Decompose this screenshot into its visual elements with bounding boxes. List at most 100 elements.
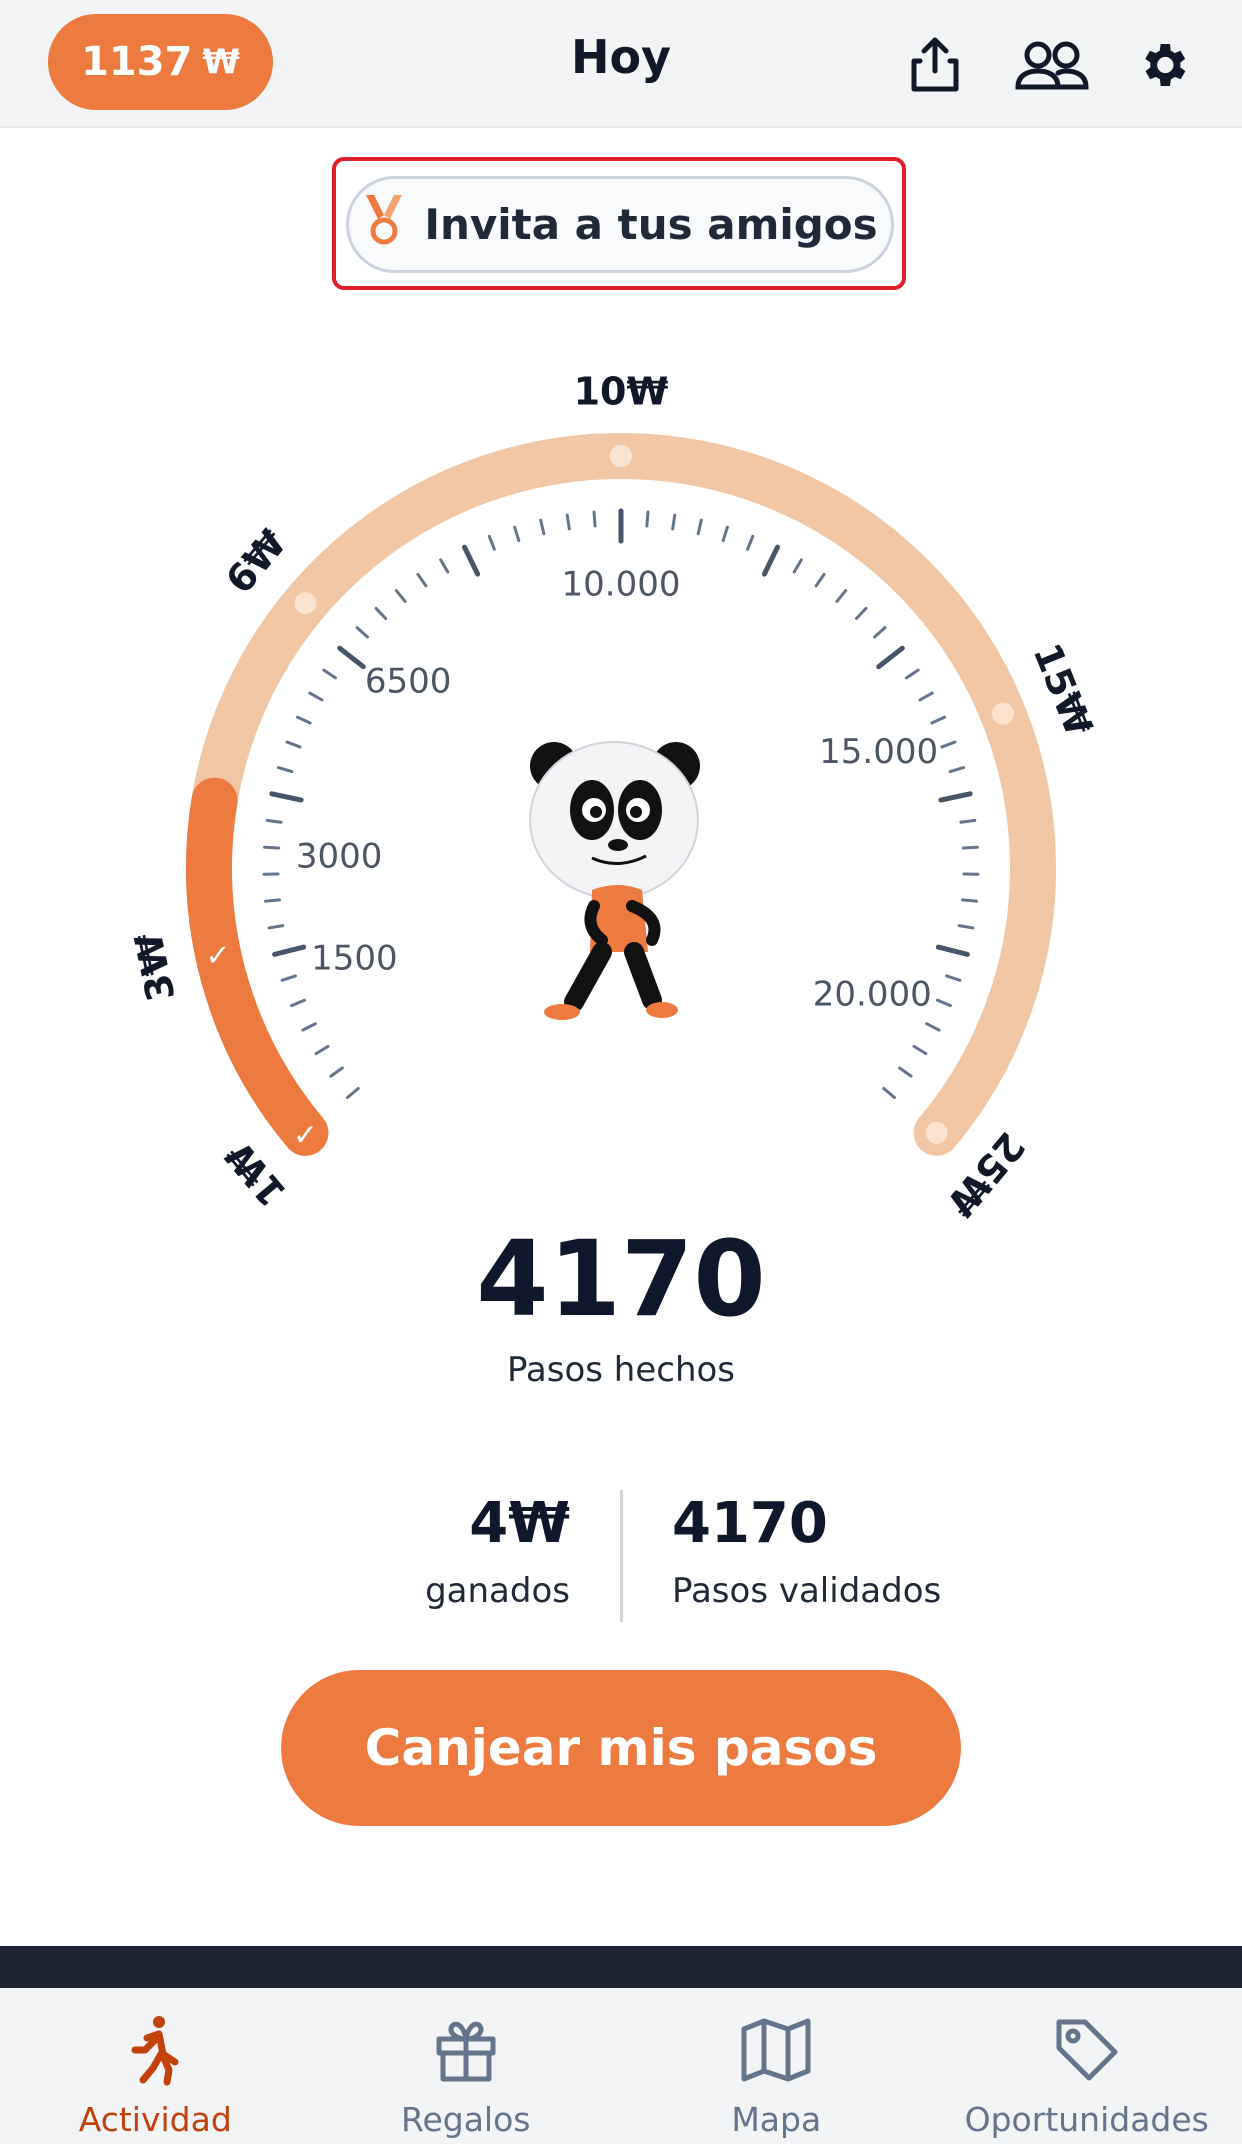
gauge-minor-tick [930, 715, 947, 725]
tag-icon [1047, 2010, 1127, 2090]
gauge-minor-tick [814, 572, 826, 588]
bottom-divider-strip [0, 1946, 1242, 1988]
reward-label: 3₩ [126, 929, 183, 1005]
step-threshold-label: 6500 [365, 661, 452, 701]
step-threshold-label: 10.000 [562, 565, 681, 605]
reward-marker-dot [294, 592, 317, 615]
gear-icon[interactable] [1128, 30, 1198, 100]
gauge-minor-tick [721, 525, 729, 543]
gauge-minor-tick [904, 668, 920, 680]
gauge-major-tick [761, 544, 780, 577]
coin-balance-value: 1137 [81, 39, 193, 85]
gauge-minor-tick [346, 1086, 360, 1099]
gauge-minor-tick [267, 924, 285, 930]
gauge-minor-tick [961, 845, 979, 850]
gauge-minor-tick [276, 766, 294, 774]
tab-regalos[interactable]: Regalos [311, 1988, 622, 2144]
gauge-minor-tick [308, 691, 324, 702]
invite-label: Invita a tus amigos [424, 200, 878, 249]
gauge-minor-tick [945, 974, 962, 982]
validated-stat: 4170 Pasos validados [672, 1490, 992, 1611]
gauge-minor-tick [487, 534, 496, 551]
gauge-minor-tick [322, 668, 338, 680]
step-threshold-label: 1500 [311, 938, 398, 978]
gauge-minor-tick [285, 740, 302, 749]
gauge-minor-tick [925, 1022, 941, 1032]
map-icon [736, 2010, 816, 2090]
gauge-major-tick [935, 944, 970, 957]
gauge-minor-tick [936, 998, 952, 1008]
gauge-major-tick [938, 791, 973, 803]
medal-icon [362, 193, 406, 257]
earned-value: 4₩ [469, 1491, 570, 1556]
top-bar: 1137 ₩ Hoy [0, 0, 1242, 128]
reward-label: 15₩ [1025, 637, 1101, 741]
reward-marker-dot [991, 702, 1014, 725]
earned-stat: 4₩ ganados [380, 1490, 570, 1611]
gauge-minor-tick [565, 513, 571, 531]
share-icon[interactable] [900, 30, 970, 100]
gauge-major-tick [269, 791, 304, 803]
tab-actividad-label: Actividad [78, 2100, 232, 2139]
gauge-minor-tick [671, 513, 677, 531]
validated-value: 4170 [672, 1491, 828, 1556]
reward-check-icon: ✓ [293, 1118, 318, 1153]
gauge-minor-tick [882, 1086, 896, 1099]
earned-label: ganados [425, 1571, 570, 1612]
gauge-minor-tick [314, 1044, 330, 1056]
app-screen: 1137 ₩ Hoy Invita a tus amigos ✓ ✓ 1₩ 3₩… [0, 0, 1242, 2144]
gauge-major-tick [462, 544, 481, 577]
gauge-minor-tick [329, 1066, 344, 1078]
gauge-minor-tick [374, 606, 388, 621]
steps-done-value: 4170 [476, 1218, 766, 1340]
reward-label: 6₩ [217, 521, 295, 602]
gauge-minor-tick [746, 534, 755, 551]
tab-oportunidades-label: Oportunidades [964, 2100, 1209, 2139]
gauge-minor-tick [592, 510, 597, 528]
gauge-minor-tick [301, 1022, 317, 1032]
gauge-minor-tick [854, 606, 868, 621]
gauge-minor-tick [957, 924, 975, 930]
steps-done-label: Pasos hechos [506, 1350, 736, 1390]
reward-marker-dot [925, 1121, 948, 1144]
gauge-minor-tick [961, 898, 978, 903]
gauge-minor-tick [280, 974, 297, 982]
step-threshold-label: 3000 [296, 837, 383, 877]
step-threshold-label: 15.000 [819, 732, 938, 772]
reward-label: 10₩ [574, 370, 669, 414]
redeem-steps-button[interactable]: Canjear mis pasos [281, 1670, 961, 1826]
gauge-minor-tick [918, 691, 934, 702]
reward-marker-dot [610, 445, 632, 467]
gauge-minor-tick [439, 558, 450, 574]
walker-icon [115, 2010, 195, 2090]
gauge-minor-tick [873, 626, 887, 639]
gauge-minor-tick [513, 525, 521, 543]
tab-actividad[interactable]: Actividad [0, 1988, 311, 2144]
gauge-minor-tick [948, 766, 966, 774]
panda-mascot [522, 730, 722, 1030]
gauge-minor-tick [539, 518, 546, 536]
coin-balance-pill[interactable]: 1137 ₩ [48, 14, 273, 110]
gauge-minor-tick [290, 998, 306, 1008]
gauge-minor-tick [959, 818, 977, 824]
gauge-minor-tick [835, 589, 848, 603]
reward-check-icon: ✓ [205, 939, 230, 974]
gauge-minor-tick [696, 518, 703, 536]
step-threshold-label: 20.000 [813, 975, 932, 1015]
tab-mapa-label: Mapa [731, 2100, 822, 2139]
tab-mapa[interactable]: Mapa [621, 1988, 932, 2144]
tab-oportunidades[interactable]: Oportunidades [932, 1988, 1242, 2144]
gauge-major-tick [337, 645, 366, 670]
friends-icon[interactable] [1012, 30, 1092, 100]
bottom-tab-bar: Actividad Regalos Mapa Oportunidades [0, 1988, 1242, 2144]
gauge-minor-tick [416, 572, 428, 588]
invite-friends-button[interactable]: Invita a tus amigos [346, 176, 894, 273]
tab-regalos-label: Regalos [401, 2100, 531, 2139]
gauge-minor-tick [645, 510, 650, 528]
gauge-minor-tick [265, 818, 283, 824]
stats-divider [620, 1490, 623, 1622]
coin-symbol: ₩ [202, 42, 240, 82]
gauge-minor-tick [295, 715, 312, 725]
gauge-minor-tick [355, 626, 369, 639]
gauge-minor-tick [394, 589, 407, 603]
